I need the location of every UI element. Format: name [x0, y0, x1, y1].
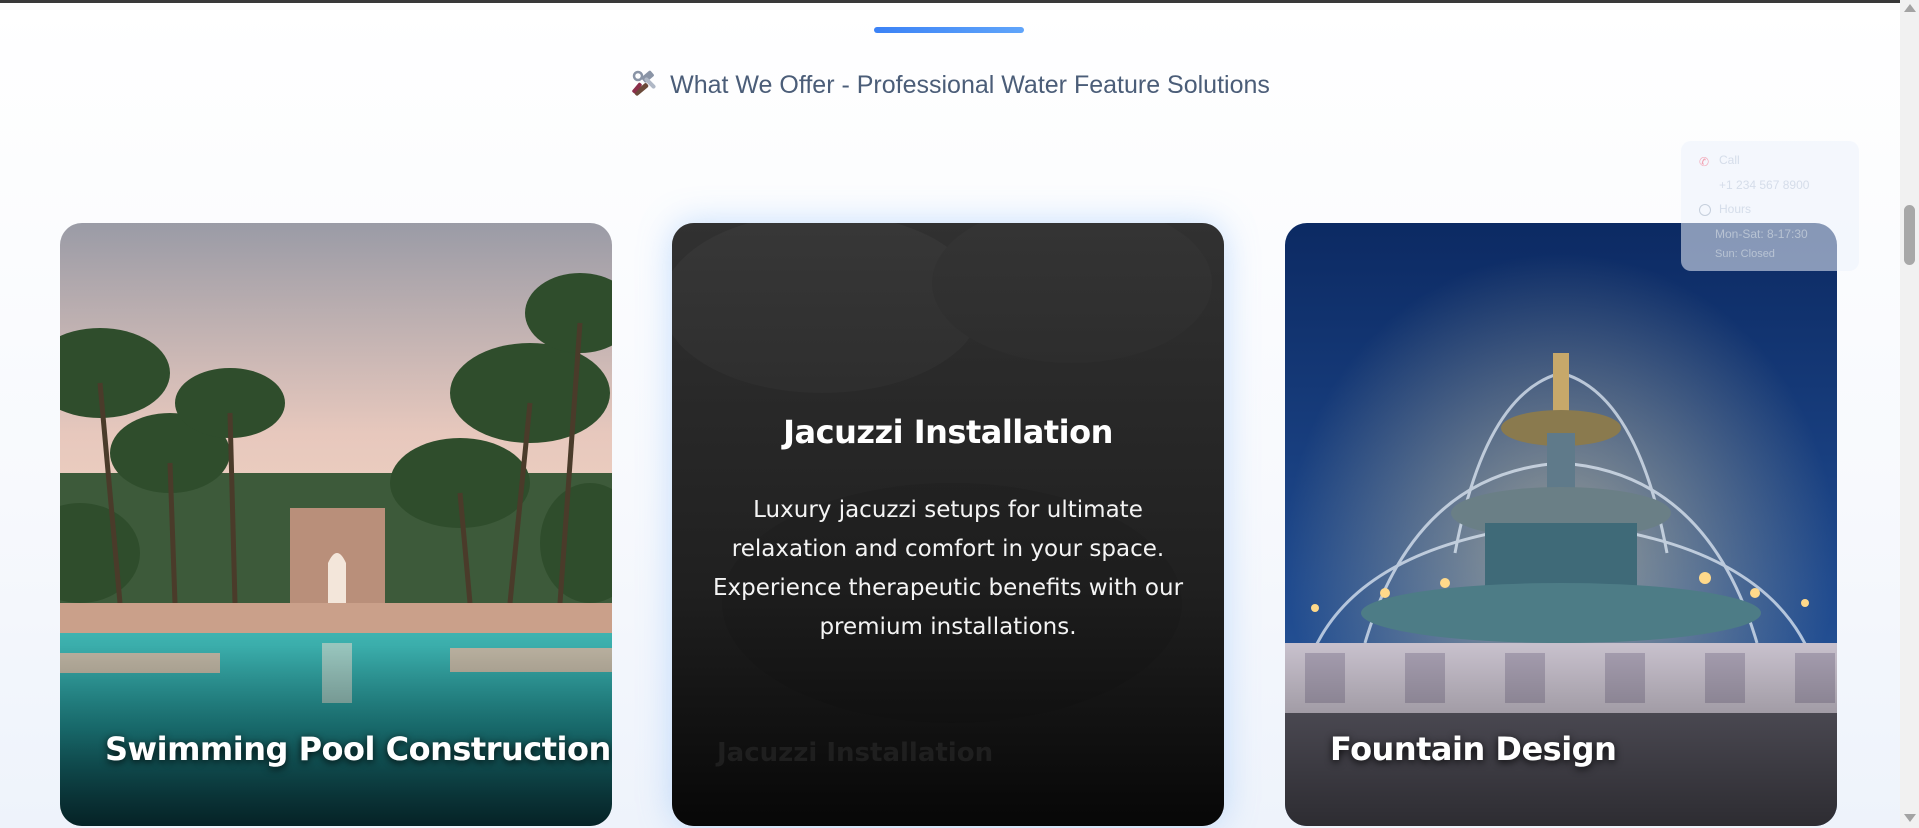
service-card-swimming-pool[interactable]: Swimming Pool Construction	[60, 223, 612, 826]
contact-hours-sunday: Sun: Closed	[1715, 248, 1775, 260]
service-card-title: Swimming Pool Construction	[105, 730, 611, 768]
section-subtitle: What We Offer - Professional Water Featu…	[0, 69, 1900, 100]
contact-call-label: Call	[1719, 153, 1740, 167]
service-card-description: Luxury jacuzzi setups for ultimate relax…	[712, 497, 1184, 640]
section-subtitle-text: What We Offer - Professional Water Featu…	[670, 71, 1270, 99]
scroll-down-arrow-icon[interactable]	[1904, 814, 1916, 822]
contact-phone[interactable]: +1 234 567 8900	[1719, 178, 1809, 192]
service-card-fountain[interactable]: Fountain Design	[1285, 223, 1837, 826]
phone-icon: ✆	[1699, 155, 1710, 169]
tools-icon	[632, 70, 656, 96]
clock-icon	[1699, 204, 1711, 216]
service-card-title: Jacuzzi Installation	[783, 413, 1113, 451]
service-card-title: Fountain Design	[1330, 730, 1617, 768]
contact-hours-label: Hours	[1719, 202, 1752, 216]
service-card-jacuzzi[interactable]: Jacuzzi Installation Luxury jacuzzi setu…	[672, 223, 1224, 826]
vertical-scrollbar[interactable]	[1900, 0, 1919, 828]
service-card-faded-title: Jacuzzi Installation	[717, 738, 994, 768]
services-section: What We Offer - Professional Water Featu…	[0, 3, 1900, 828]
scroll-up-arrow-icon[interactable]	[1904, 4, 1916, 12]
floating-contact-widget[interactable]: ✆ Call +1 234 567 8900 Hours Mon-Sat: 8-…	[1681, 141, 1859, 271]
section-accent-bar	[874, 27, 1024, 33]
scroll-thumb[interactable]	[1904, 205, 1915, 265]
contact-hours-weekday: Mon-Sat: 8-17:30	[1715, 227, 1808, 241]
